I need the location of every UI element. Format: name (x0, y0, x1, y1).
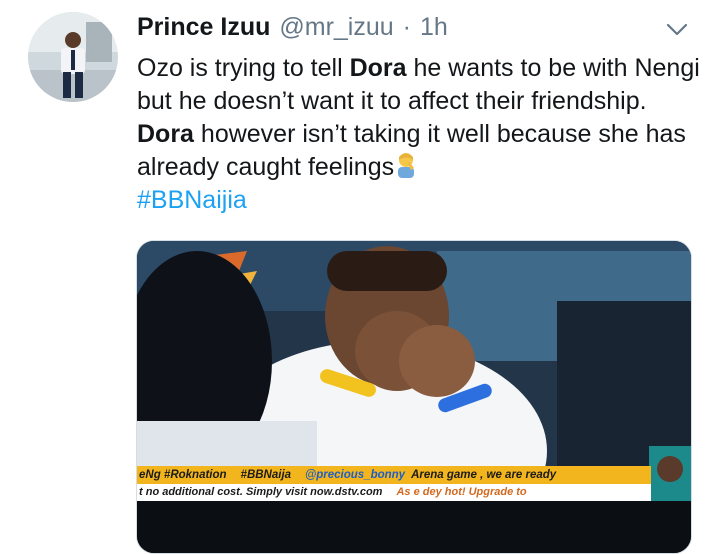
ticker-text: t no additional cost. Simply visit now.d… (139, 486, 383, 498)
ticker-line-2: t no additional cost. Simply visit now.d… (137, 484, 651, 501)
author-handle[interactable]: @mr_izuu (279, 13, 393, 42)
tweet-text: Ozo is trying to tell Dora he wants to b… (137, 52, 707, 217)
ticker-text: Arena game , we are ready (411, 469, 557, 481)
ticker-text: As e dey hot! Upgrade to (396, 486, 527, 498)
timestamp[interactable]: 1h (420, 13, 448, 42)
hashtag-link[interactable]: #BBNaijia (137, 184, 247, 217)
ticker-text: #BBNaija (240, 469, 292, 481)
avatar[interactable] (28, 12, 118, 102)
tweet-media[interactable]: eNg #Roknation #BBNaija @precious_bonny Are… (136, 240, 692, 554)
chevron-down-icon[interactable] (664, 16, 690, 42)
separator-dot: · (402, 12, 411, 41)
author-name[interactable]: Prince Izuu (137, 13, 270, 42)
tweet-text-part: Ozo is trying to tell (137, 54, 350, 82)
ticker-text: @precious_bonny (305, 469, 406, 481)
ticker-text: eNg #Roknation (139, 469, 227, 481)
avatar-image (28, 12, 118, 102)
mention-bold: Dora (137, 120, 194, 148)
mention-bold: Dora (349, 54, 407, 82)
tweet-header: Prince Izuu @mr_izuu · 1h (137, 10, 448, 44)
ticker-line-1: eNg #Roknation #BBNaija @precious_bonny Are… (137, 466, 651, 484)
facepalm-emoji-icon (394, 151, 420, 179)
video-still-image (137, 241, 691, 553)
